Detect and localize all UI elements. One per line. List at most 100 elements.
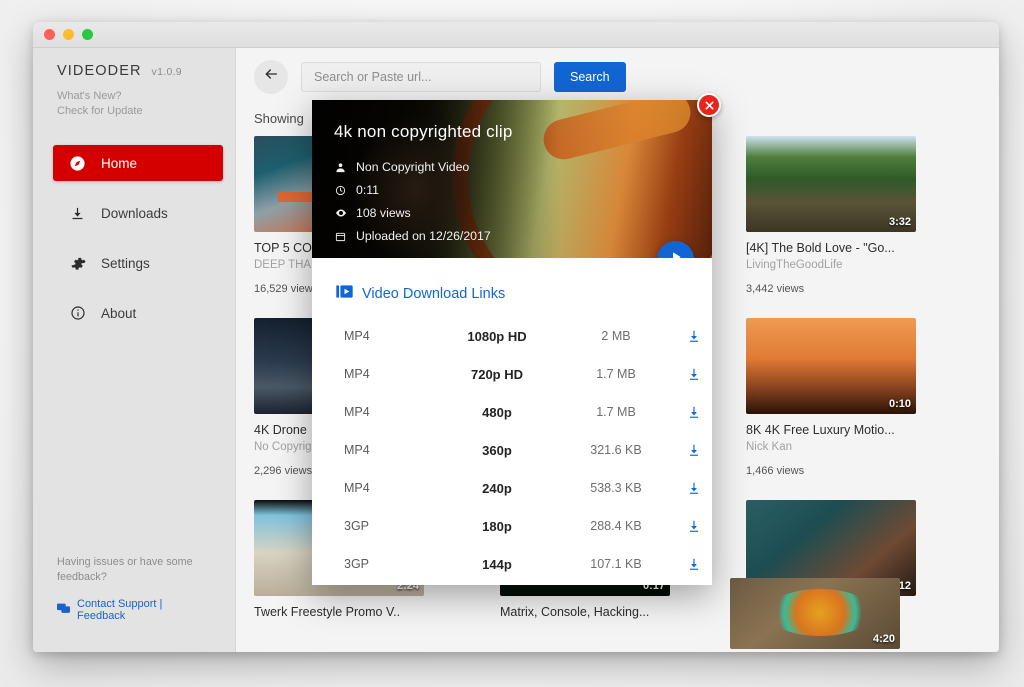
window-minimize-button[interactable] — [63, 29, 74, 40]
video-views: 1,466 views — [746, 465, 805, 477]
video-card[interactable]: 4:20 WONDERSHARE FILMO... — [730, 578, 900, 652]
eye-icon — [334, 207, 347, 220]
whats-new-link[interactable]: What's New? — [57, 89, 235, 104]
download-quality: 180p — [482, 518, 512, 534]
video-duration: 4:20 — [872, 633, 895, 645]
calendar-icon — [334, 230, 347, 243]
download-quality: 1080p HD — [467, 328, 527, 344]
sidebar-footer: Having issues or have some feedback? Con… — [33, 555, 235, 652]
download-format: 3GP — [344, 557, 370, 571]
video-card[interactable]: 3:32 [4K] The Bold Love - "Go... LivingT… — [746, 136, 916, 295]
video-detail-modal: 4k non copyrighted clip Non Copyright Vi… — [312, 100, 712, 585]
video-channel: LivingTheGoodLife — [746, 259, 843, 271]
back-button[interactable] — [254, 59, 288, 94]
sidebar-sublinks: What's New? Check for Update — [33, 79, 235, 119]
download-quality: 480p — [482, 404, 512, 420]
video-title: Twerk Freestyle Promo V.. — [254, 605, 401, 619]
sidebar-item-home[interactable]: Home — [53, 145, 223, 181]
meta-duration-text: 0:11 — [356, 183, 380, 197]
topbar: Search — [236, 48, 999, 105]
chat-icon — [57, 603, 70, 617]
video-views: 3,442 views — [746, 283, 805, 295]
download-quality: 720p HD — [470, 366, 524, 382]
brand-name: VIDEODER — [57, 63, 142, 79]
search-input[interactable] — [301, 61, 541, 92]
download-format: MP4 — [344, 481, 370, 495]
video-thumbnail[interactable]: 3:32 — [746, 136, 916, 232]
download-quality: 240p — [482, 480, 512, 496]
download-size: 2 MB — [601, 329, 631, 343]
sidebar-item-downloads[interactable]: Downloads — [53, 195, 223, 231]
meta-uploader: Non Copyright Video — [334, 160, 491, 174]
download-quality: 360p — [482, 442, 512, 458]
sidebar-item-downloads-label: Downloads — [101, 205, 168, 221]
play-icon — [669, 250, 683, 258]
meta-duration: 0:11 — [334, 183, 491, 197]
brand: VIDEODER v1.0.9 — [33, 48, 235, 79]
feedback-question: Having issues or have some feedback? — [57, 556, 193, 583]
download-row: MP4 240p 538.3 KB — [312, 469, 712, 507]
download-button[interactable] — [676, 405, 712, 419]
download-button[interactable] — [676, 557, 712, 571]
download-quality: 144p — [482, 556, 512, 572]
sidebar-item-about[interactable]: About — [53, 295, 223, 331]
sidebar-nav: Home Downloads Settings About — [33, 145, 235, 331]
video-card[interactable]: 0:10 8K 4K Free Luxury Motio... Nick Kan… — [746, 318, 916, 477]
window-close-button[interactable] — [44, 29, 55, 40]
check-update-link[interactable]: Check for Update — [57, 104, 235, 119]
download-button[interactable] — [676, 329, 712, 343]
meta-upload-date-text: Uploaded on 12/26/2017 — [356, 229, 491, 243]
video-thumbnail[interactable]: 0:10 — [746, 318, 916, 414]
window-maximize-button[interactable] — [82, 29, 93, 40]
meta-uploader-text: Non Copyright Video — [356, 160, 470, 174]
download-format: MP4 — [344, 367, 370, 381]
video-duration: 0:10 — [888, 398, 911, 410]
contact-support-label: Contact Support | Feedback — [77, 598, 163, 622]
window-titlebar — [33, 22, 999, 48]
close-icon[interactable] — [697, 93, 721, 117]
download-format: MP4 — [344, 443, 370, 457]
brand-version: v1.0.9 — [151, 66, 182, 78]
arrow-left-icon — [263, 66, 279, 87]
download-size: 1.7 MB — [596, 405, 636, 419]
sidebar-item-home-label: Home — [101, 155, 138, 171]
video-title: [4K] The Bold Love - "Go... — [746, 241, 895, 255]
search-button[interactable]: Search — [554, 61, 626, 92]
contact-support-link[interactable]: Contact Support | Feedback — [57, 598, 213, 622]
download-icon — [69, 205, 86, 222]
modal-title: 4k non copyrighted clip — [334, 122, 513, 141]
download-format: 3GP — [344, 519, 370, 533]
person-icon — [334, 161, 347, 174]
video-icon — [336, 284, 353, 303]
download-row: 3GP 180p 288.4 KB — [312, 507, 712, 545]
download-row: 3GP 144p 107.1 KB — [312, 545, 712, 583]
download-format: MP4 — [344, 405, 370, 419]
sidebar-item-settings-label: Settings — [101, 255, 150, 271]
meta-views: 108 views — [334, 206, 491, 220]
video-thumbnail[interactable]: 4:20 — [730, 578, 900, 649]
video-channel: Nick Kan — [746, 441, 793, 453]
compass-icon — [69, 155, 86, 172]
meta-views-text: 108 views — [356, 206, 411, 220]
download-button[interactable] — [676, 443, 712, 457]
download-button[interactable] — [676, 519, 712, 533]
download-button[interactable] — [676, 481, 712, 495]
download-size: 1.7 MB — [596, 367, 636, 381]
clock-icon — [334, 184, 347, 197]
download-button[interactable] — [676, 367, 712, 381]
sidebar: VIDEODER v1.0.9 What's New? Check for Up… — [33, 48, 236, 652]
download-size: 107.1 KB — [590, 557, 642, 571]
download-size: 288.4 KB — [590, 519, 642, 533]
download-row: MP4 360p 321.6 KB — [312, 431, 712, 469]
download-row: MP4 720p HD 1.7 MB — [312, 355, 712, 393]
video-title: Matrix, Console, Hacking... — [500, 605, 650, 619]
download-links-label: Video Download Links — [362, 285, 506, 302]
sidebar-item-settings[interactable]: Settings — [53, 245, 223, 281]
info-icon — [69, 305, 86, 322]
sidebar-item-about-label: About — [101, 305, 137, 321]
video-duration: 3:32 — [888, 216, 911, 228]
download-row: MP4 1080p HD 2 MB — [312, 317, 712, 355]
meta-upload-date: Uploaded on 12/26/2017 — [334, 229, 491, 243]
download-row: MP4 480p 1.7 MB — [312, 393, 712, 431]
download-size: 321.6 KB — [590, 443, 642, 457]
